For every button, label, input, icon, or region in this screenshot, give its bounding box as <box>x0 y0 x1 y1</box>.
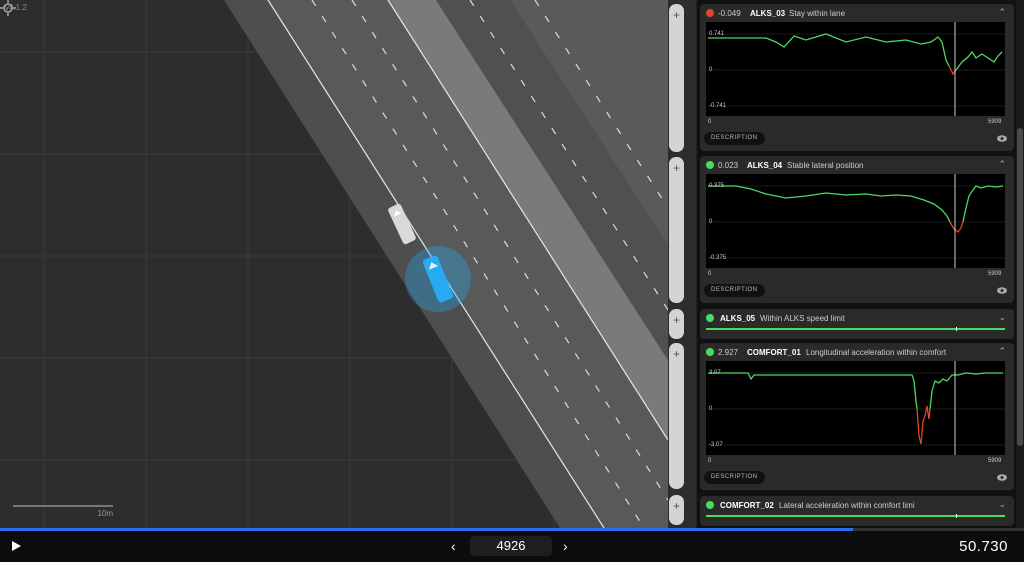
metric-chart[interactable]: 3.07 0 -3.07 <box>706 361 1005 455</box>
chevron-up-icon[interactable]: ⌃ <box>998 7 1006 18</box>
metric-title: Stay within lane <box>789 9 846 18</box>
chevron-down-icon[interactable]: ⌄ <box>998 499 1006 510</box>
status-dot-ok <box>706 314 714 322</box>
eye-icon[interactable] <box>997 287 1007 294</box>
metric-card-alks-04: 0.023 ALKS_04 Stable lateral position ⌃ … <box>700 156 1014 303</box>
status-timeline <box>706 327 1005 331</box>
metric-card-alks-03: -0.049 ALKS_03 Stay within lane ⌃ 0.741 … <box>700 4 1014 151</box>
time-readout: 50.730 <box>959 538 1008 555</box>
metric-header[interactable]: COMFORT_02 Lateral acceleration within c… <box>700 496 1014 514</box>
add-metric-button[interactable]: + <box>669 495 684 525</box>
metric-card-comfort-01: 2.927 COMFORT_01 Longitudinal accelerati… <box>700 343 1014 490</box>
metric-code: COMFORT_02 <box>720 501 774 510</box>
play-icon[interactable] <box>12 541 21 551</box>
plus-icon: + <box>672 499 680 513</box>
status-dot-fail <box>706 9 714 17</box>
metric-card-alks-05: ALKS_05 Within ALKS speed limit ⌄ <box>700 309 1014 339</box>
add-metric-button[interactable]: + <box>669 343 684 489</box>
eye-icon[interactable] <box>997 474 1007 481</box>
metric-value: -0.049 <box>718 9 741 18</box>
y-max-label: 0.375 <box>709 183 725 189</box>
metric-code: ALKS_05 <box>720 314 756 323</box>
scale-bar: 10m <box>13 505 113 518</box>
metric-value: 0.023 <box>718 161 739 170</box>
x-max-label: 5909 <box>988 271 1002 277</box>
metric-value: 2.927 <box>718 348 739 357</box>
y-zero-label: 0 <box>709 406 713 412</box>
metric-code: COMFORT_01 <box>747 348 801 357</box>
plus-icon: + <box>672 161 680 175</box>
road-map <box>0 0 668 528</box>
metrics-panel: -0.049 ALKS_03 Stay within lane ⌃ 0.741 … <box>697 0 1016 528</box>
y-max-label: 0.741 <box>709 31 725 37</box>
description-button[interactable]: DESCRIPTION <box>704 471 765 484</box>
status-dot-ok <box>706 348 714 356</box>
y-zero-label: 0 <box>709 67 713 73</box>
status-timeline <box>706 514 1005 518</box>
x-max-label: 5909 <box>988 119 1002 125</box>
metric-chart[interactable]: 0.741 0 -0.741 <box>706 22 1005 116</box>
x-min-label: 0 <box>708 271 712 277</box>
chevron-down-icon[interactable]: ⌄ <box>998 312 1006 323</box>
plus-icon: + <box>672 347 680 361</box>
y-zero-label: 0 <box>709 219 713 225</box>
metric-title: Within ALKS speed limit <box>760 314 845 323</box>
add-metric-button[interactable]: + <box>669 157 684 303</box>
description-button[interactable]: DESCRIPTION <box>704 132 765 145</box>
scrollbar-thumb[interactable] <box>1017 128 1023 446</box>
scale-label: 10m <box>97 509 113 518</box>
playback-bar: ‹ 4926 › 50.730 <box>0 531 1024 562</box>
status-dot-ok <box>706 161 714 169</box>
chevron-up-icon[interactable]: ⌃ <box>998 159 1006 170</box>
metric-card-comfort-02: COMFORT_02 Lateral acceleration within c… <box>700 496 1014 526</box>
metric-code: ALKS_04 <box>747 161 783 170</box>
eye-icon[interactable] <box>997 135 1007 142</box>
panel-scrollbar[interactable] <box>1016 0 1024 528</box>
y-min-label: -0.375 <box>709 255 727 261</box>
y-min-label: -0.741 <box>709 103 727 109</box>
metric-title: Longitudinal acceleration within comfort <box>806 348 947 357</box>
frame-counter[interactable]: 4926 <box>470 536 552 556</box>
status-dot-ok <box>706 501 714 509</box>
description-button[interactable]: DESCRIPTION <box>704 284 765 297</box>
x-max-label: 5909 <box>988 458 1002 464</box>
plus-icon: + <box>672 8 680 22</box>
add-button-column: + + + + + <box>668 0 696 528</box>
metric-header[interactable]: -0.049 ALKS_03 Stay within lane ⌃ <box>700 4 1014 22</box>
y-min-label: -3.07 <box>709 442 723 448</box>
y-max-label: 3.07 <box>709 370 721 376</box>
x-min-label: 0 <box>708 119 712 125</box>
chevron-up-icon[interactable]: ⌃ <box>998 346 1006 357</box>
add-metric-button[interactable]: + <box>669 4 684 152</box>
metric-title: Lateral acceleration within comfort limi <box>779 501 915 510</box>
metric-chart[interactable]: 0.375 0 -0.375 <box>706 174 1005 268</box>
chevron-right-icon[interactable]: › <box>563 537 568 555</box>
plus-icon: + <box>672 313 680 327</box>
x-min-label: 0 <box>708 458 712 464</box>
metric-code: ALKS_03 <box>750 9 786 18</box>
crosshair-icon[interactable] <box>0 0 16 16</box>
scene-viewport[interactable]: v4.1.2 10m <box>0 0 668 528</box>
metric-header[interactable]: 2.927 COMFORT_01 Longitudinal accelerati… <box>700 343 1014 361</box>
metric-header[interactable]: ALKS_05 Within ALKS speed limit ⌄ <box>700 309 1014 327</box>
chevron-left-icon[interactable]: ‹ <box>451 537 456 555</box>
metric-header[interactable]: 0.023 ALKS_04 Stable lateral position ⌃ <box>700 156 1014 174</box>
metric-title: Stable lateral position <box>787 161 864 170</box>
add-metric-button[interactable]: + <box>669 309 684 339</box>
